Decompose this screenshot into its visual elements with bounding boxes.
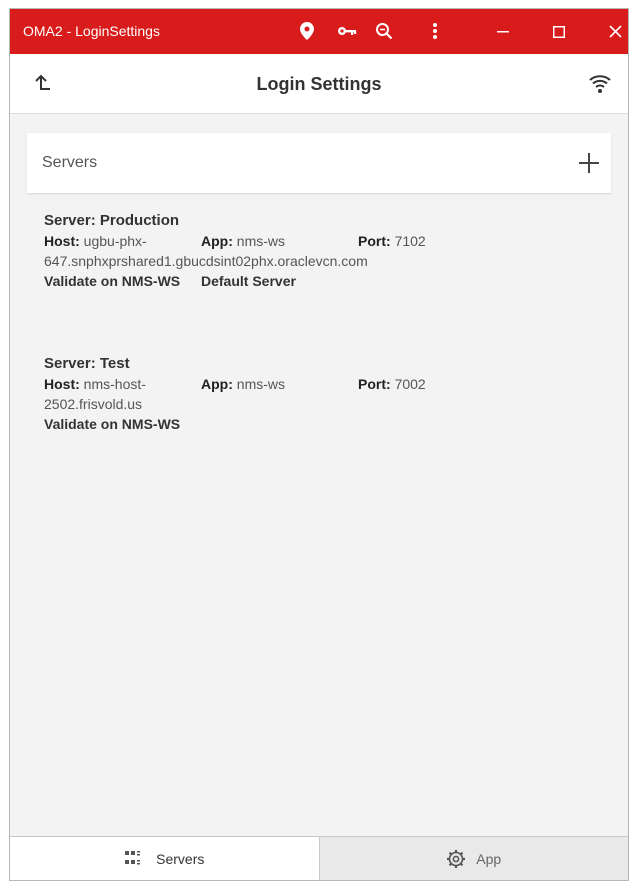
minimize-button[interactable] (480, 9, 526, 54)
server-list-item[interactable]: Server: Test Host: nms-host- App: nms-ws… (44, 355, 604, 456)
default-server-flag: Default Server (201, 273, 296, 289)
host-label: Host: (44, 376, 80, 392)
host-value: nms-host- (83, 376, 146, 392)
bottom-nav: Servers App (10, 836, 628, 880)
minimize-icon (497, 30, 509, 32)
validate-flag: Validate on NMS-WS (44, 273, 181, 289)
port-value: 7102 (394, 233, 426, 249)
add-server-button[interactable] (575, 149, 603, 177)
maximize-icon (553, 25, 565, 38)
window-title: OMA2 - LoginSettings (23, 23, 160, 39)
tab-app[interactable]: App (319, 837, 628, 880)
key-icon[interactable] (337, 21, 357, 41)
close-button[interactable] (592, 9, 637, 54)
servers-section-header: Servers (27, 133, 611, 193)
tab-app-label: App (476, 850, 502, 867)
plus-icon (579, 153, 599, 173)
servers-grid-icon (125, 850, 141, 864)
host-label: Host: (44, 233, 80, 249)
app-value: nms-ws (236, 376, 286, 392)
validate-flag: Validate on NMS-WS (44, 416, 181, 432)
more-vert-icon[interactable] (425, 21, 445, 41)
app-window: OMA2 - LoginSettings Login Settings Serv… (9, 8, 629, 881)
port-label: Port: (358, 376, 391, 392)
app-label: App: (201, 376, 233, 392)
port-label: Port: (358, 233, 391, 249)
close-icon (608, 25, 622, 38)
server-name: Server: Production (44, 212, 180, 229)
app-value: nms-ws (236, 233, 286, 249)
title-bar: OMA2 - LoginSettings (10, 9, 628, 54)
server-name: Server: Test (44, 355, 130, 372)
tab-servers-label: Servers (156, 850, 205, 867)
host-value-continued: 647.snphxprshared1.gbucdsint02phx.oracle… (44, 253, 368, 269)
port-value: 7002 (394, 376, 426, 392)
location-pin-icon[interactable] (297, 21, 317, 41)
app-label: App: (201, 233, 233, 249)
servers-section-label: Servers (42, 154, 98, 171)
app-bar: Login Settings (10, 54, 628, 114)
gear-icon (447, 849, 466, 868)
host-value: ugbu-phx- (83, 233, 147, 249)
wifi-icon (588, 72, 612, 96)
server-list-item[interactable]: Server: Production Host: ugbu-phx- App: … (44, 212, 604, 313)
page-title: Login Settings (256, 74, 382, 94)
host-value-continued: 2502.frisvold.us (44, 396, 143, 412)
maximize-button[interactable] (536, 9, 582, 54)
zoom-icon[interactable] (374, 21, 394, 41)
tab-servers[interactable]: Servers (10, 837, 320, 880)
